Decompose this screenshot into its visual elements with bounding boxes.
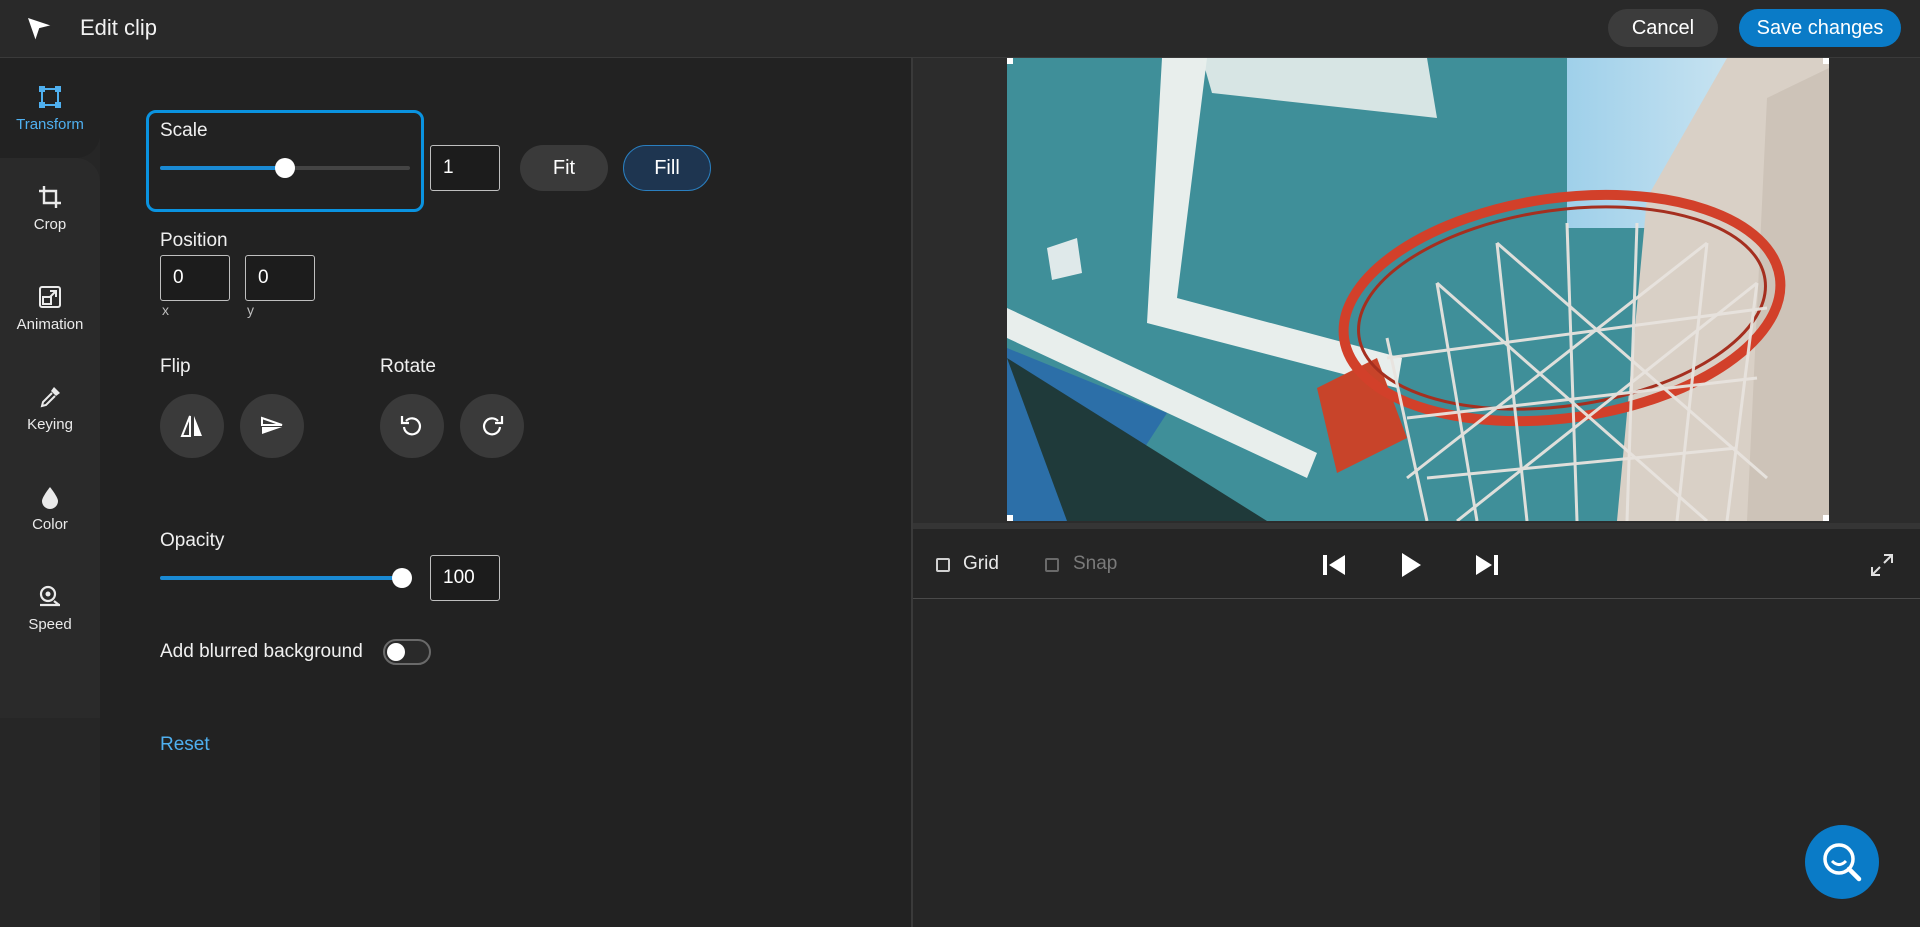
help-search-button[interactable] bbox=[1805, 825, 1879, 899]
position-x-input[interactable] bbox=[160, 255, 230, 301]
top-bar: Edit clip Cancel Save changes bbox=[0, 0, 1920, 58]
eyedropper-icon bbox=[40, 386, 60, 407]
timeline-area bbox=[913, 599, 1920, 927]
opacity-label: Opacity bbox=[160, 530, 225, 551]
position-y-input[interactable] bbox=[245, 255, 315, 301]
position-y-label: y bbox=[247, 302, 254, 318]
scale-input[interactable] bbox=[430, 145, 500, 191]
rail-item-label: Color bbox=[32, 515, 68, 533]
rail-item-animation[interactable]: Animation bbox=[0, 258, 100, 358]
reset-link[interactable]: Reset bbox=[160, 734, 210, 756]
opacity-slider-fill bbox=[160, 576, 402, 580]
blurred-background-toggle[interactable] bbox=[383, 639, 431, 665]
tool-rail: Transform Crop Animation Keying Color Sp… bbox=[0, 58, 100, 927]
animation-icon bbox=[39, 285, 61, 308]
save-changes-button[interactable]: Save changes bbox=[1739, 9, 1901, 47]
droplet-icon bbox=[42, 486, 58, 509]
position-label: Position bbox=[160, 230, 228, 251]
skip-to-end-icon[interactable] bbox=[1474, 553, 1500, 577]
scale-label: Scale bbox=[160, 120, 208, 141]
rail-item-keying[interactable]: Keying bbox=[0, 358, 100, 458]
rotate-right-button[interactable] bbox=[460, 394, 524, 458]
flip-label: Flip bbox=[160, 356, 191, 377]
page-title: Edit clip bbox=[80, 15, 158, 40]
rotate-left-icon bbox=[400, 416, 422, 436]
opacity-slider-thumb[interactable] bbox=[392, 568, 412, 588]
flip-vertical-button[interactable] bbox=[240, 394, 304, 458]
rotate-left-button[interactable] bbox=[380, 394, 444, 458]
resize-handle-top-right[interactable] bbox=[1823, 58, 1829, 64]
app-logo-icon[interactable] bbox=[26, 15, 54, 43]
rail-item-label: Crop bbox=[33, 215, 67, 233]
rail-item-label: Transform bbox=[16, 115, 84, 133]
basketball-hoop-image bbox=[1007, 58, 1829, 521]
clip-preview-image[interactable] bbox=[1007, 58, 1829, 521]
scale-slider-fill bbox=[160, 166, 285, 170]
crop-icon bbox=[39, 185, 61, 208]
opacity-input[interactable] bbox=[430, 555, 500, 601]
resize-handle-top-left[interactable] bbox=[1007, 58, 1013, 64]
play-icon[interactable] bbox=[1399, 551, 1423, 579]
scale-slider-thumb[interactable] bbox=[275, 158, 295, 178]
grid-checkbox[interactable] bbox=[936, 558, 950, 572]
fit-button[interactable]: Fit bbox=[520, 145, 608, 191]
resize-handle-bottom-left[interactable] bbox=[1007, 515, 1013, 521]
blurred-background-label: Add blurred background bbox=[160, 641, 363, 662]
rail-item-label: Speed bbox=[28, 615, 72, 633]
cancel-button[interactable]: Cancel bbox=[1608, 9, 1718, 47]
rail-item-crop[interactable]: Crop bbox=[0, 158, 100, 258]
rail-item-color[interactable]: Color bbox=[0, 458, 100, 558]
snap-checkbox[interactable] bbox=[1045, 558, 1059, 572]
flip-horizontal-button[interactable] bbox=[160, 394, 224, 458]
transform-icon bbox=[39, 85, 61, 108]
resize-handle-bottom-right[interactable] bbox=[1823, 515, 1829, 521]
grid-label: Grid bbox=[963, 553, 999, 574]
fill-button[interactable]: Fill bbox=[623, 145, 711, 191]
rail-item-label: Keying bbox=[27, 415, 73, 433]
speedometer-icon bbox=[39, 585, 60, 606]
rail-item-label: Animation bbox=[16, 315, 84, 333]
rail-item-transform[interactable]: Transform bbox=[0, 58, 100, 158]
rotate-right-icon bbox=[482, 416, 504, 436]
flip-horizontal-icon bbox=[180, 415, 202, 437]
skip-to-start-icon[interactable] bbox=[1321, 553, 1347, 577]
fullscreen-icon[interactable] bbox=[1869, 552, 1895, 578]
flip-vertical-icon bbox=[261, 416, 283, 434]
position-x-label: x bbox=[162, 302, 169, 318]
rotate-label: Rotate bbox=[380, 356, 436, 377]
rail-item-speed[interactable]: Speed bbox=[0, 558, 100, 658]
search-help-icon bbox=[1823, 843, 1862, 882]
snap-label: Snap bbox=[1073, 553, 1118, 574]
toggle-knob bbox=[387, 643, 405, 661]
